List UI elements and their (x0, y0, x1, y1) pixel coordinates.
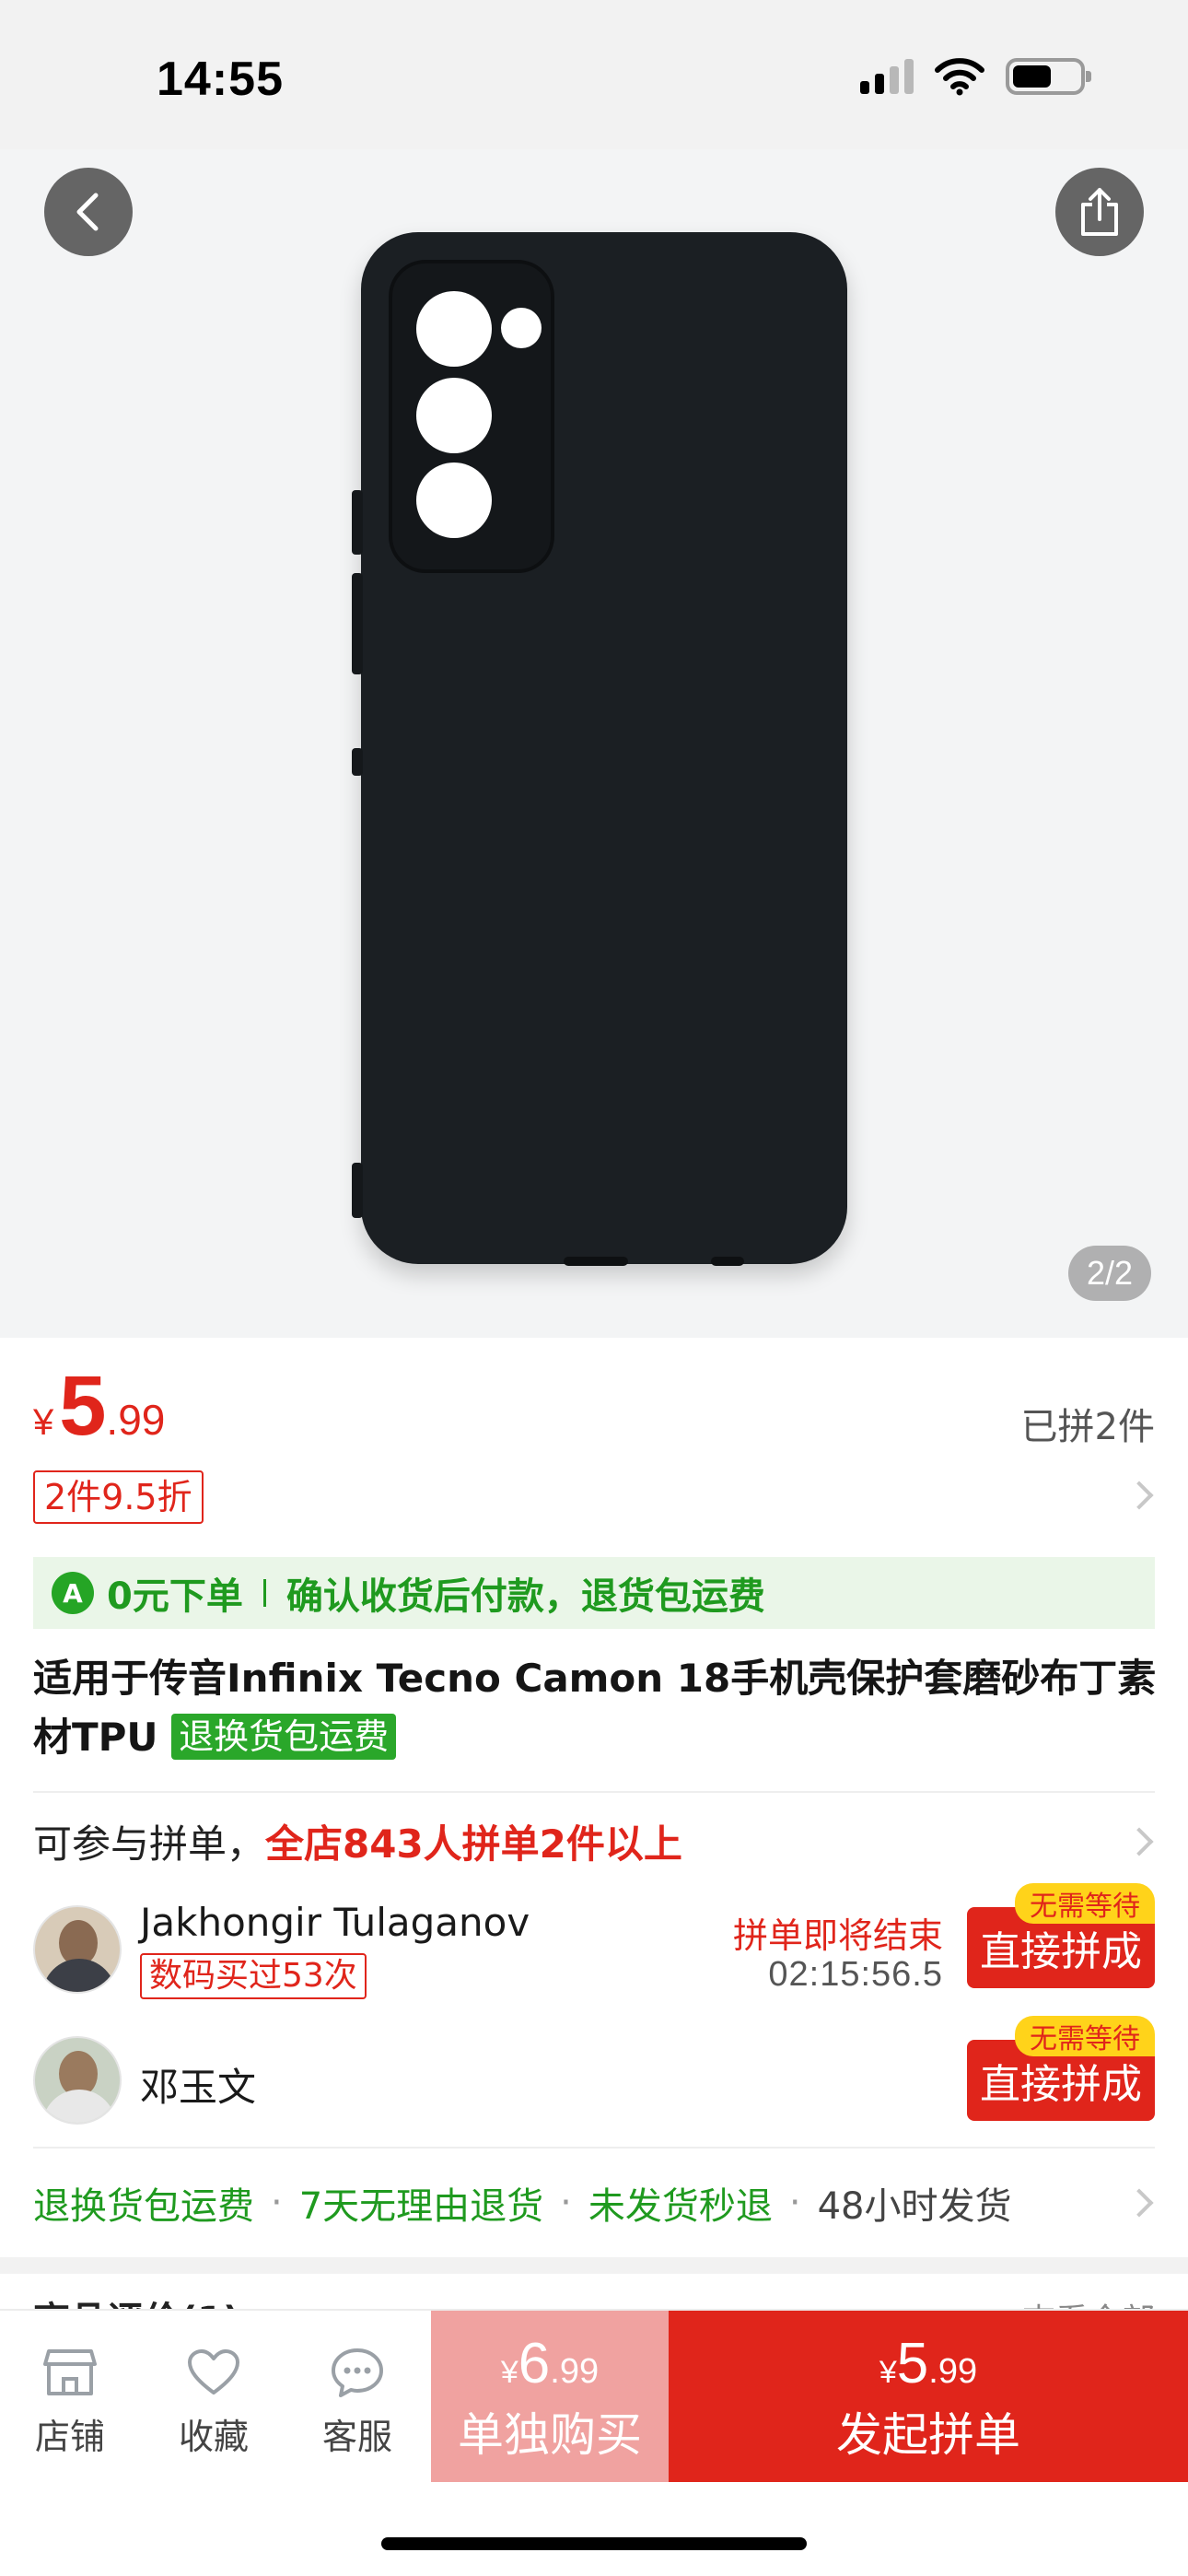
product-image[interactable]: 2/2 (0, 149, 1188, 1338)
buy-single-button[interactable]: ¥6.99 单独购买 (431, 2311, 669, 2482)
favorite-nav-button[interactable]: 收藏 (158, 2344, 269, 2459)
single-price-integer: 6 (518, 2332, 551, 2395)
camera-module (389, 260, 554, 573)
no-wait-badge: 无需等待 (1015, 1883, 1155, 1924)
shield-badge-icon: A (52, 1572, 94, 1614)
chevron-right-icon[interactable] (1124, 1481, 1154, 1510)
home-indicator[interactable] (381, 2537, 807, 2550)
favorite-nav-label: 收藏 (178, 2417, 249, 2457)
guarantee-bar[interactable]: A 0元下单 确认收货后付款，退货包运费 (33, 1557, 1155, 1629)
status-time: 14:55 (157, 53, 284, 106)
group-user-row: Jakhongir Tulaganov 数码买过53次 拼单即将结束 02:15… (33, 1883, 1155, 2001)
back-button[interactable] (44, 168, 133, 256)
status-bar: 14:55 (0, 0, 1188, 149)
store-icon (43, 2349, 97, 2395)
group-price-decimal: .99 (928, 2352, 978, 2391)
price-integer: 5 (59, 1359, 107, 1453)
group-count: 已拼2件 (1020, 1406, 1155, 1448)
buy-single-label: 单独购买 (458, 2408, 642, 2462)
price-decimal: .99 (106, 1396, 166, 1444)
user-name: 邓玉文 (140, 2065, 257, 2110)
return-shipping-tag: 退换货包运费 (171, 1714, 397, 1760)
customer-service-nav-label: 客服 (321, 2417, 392, 2457)
group-countdown: 02:15:56.5 (768, 1955, 943, 1994)
price-symbol: ¥ (33, 1402, 54, 1443)
group-price: ¥5.99 (669, 2331, 1188, 2396)
phone-case-image (352, 232, 847, 1266)
chevron-left-icon (76, 193, 99, 231)
bottom-action-bar: 店铺 收藏 客服 ¥6.99 单独购买 ¥5.99 发起拼单 (0, 2309, 1188, 2576)
chat-bubble-icon (332, 2348, 383, 2397)
group-price-symbol: ¥ (879, 2355, 897, 2390)
heart-icon (188, 2349, 239, 2395)
group-ending-label: 拼单即将结束 (732, 1915, 943, 1956)
store-nav-label: 店铺 (34, 2417, 105, 2457)
single-price-symbol: ¥ (500, 2355, 518, 2390)
guarantee-separator (262, 1579, 266, 1607)
user-name: Jakhongir Tulaganov (140, 1900, 530, 1945)
start-group-button[interactable]: ¥5.99 发起拼单 (669, 2311, 1188, 2482)
start-group-label: 发起拼单 (836, 2408, 1020, 2462)
share-button[interactable] (1055, 168, 1144, 256)
user-purchase-tag: 数码买过53次 (140, 1953, 367, 1999)
guarantee-text: 确认收货后付款，退货包运费 (285, 1575, 765, 1618)
customer-service-nav-button[interactable]: 客服 (302, 2344, 413, 2459)
service-item: 48小时发货 (817, 2185, 1012, 2228)
price: ¥ 5 .99 (33, 1364, 165, 1448)
cellular-signal-icon (860, 59, 914, 94)
share-icon (1081, 188, 1118, 236)
service-guarantees[interactable]: 退换货包运费 · 7天无理由退货 · 未发货秒退 · 48小时发货 (33, 2176, 1012, 2230)
store-nav-button[interactable]: 店铺 (15, 2344, 125, 2459)
chevron-right-icon[interactable] (1124, 2188, 1154, 2218)
service-item: 未发货秒退 (588, 2185, 773, 2228)
avatar (33, 2036, 122, 2125)
single-price: ¥6.99 (431, 2331, 669, 2396)
no-wait-badge: 无需等待 (1015, 2016, 1155, 2056)
service-item: 退换货包运费 (33, 2185, 254, 2228)
guarantee-zero-order: 0元下单 (107, 1575, 243, 1618)
section-divider (0, 2257, 1188, 2274)
battery-icon (1006, 58, 1091, 95)
group-join-row[interactable]: 可参与拼单，全店843人拼单2件以上 (33, 1813, 682, 1869)
status-icons (860, 57, 1091, 96)
divider (33, 2147, 1155, 2149)
group-price-integer: 5 (896, 2332, 929, 2395)
divider (33, 1791, 1155, 1793)
service-item: 7天无理由退货 (298, 2185, 544, 2228)
service-separator: · (560, 2182, 572, 2224)
group-user-row: 邓玉文 直接拼成 无需等待 (33, 2016, 1155, 2134)
product-title: 适用于传音Infinix Tecno Camon 18手机壳保护套磨砂布丁素材T… (33, 1649, 1166, 1767)
avatar (33, 1905, 122, 1994)
service-separator: · (271, 2182, 283, 2224)
wifi-icon (935, 58, 984, 96)
chevron-right-icon[interactable] (1124, 1827, 1154, 1856)
service-separator: · (788, 2182, 801, 2224)
discount-tag[interactable]: 2件9.5折 (33, 1470, 204, 1524)
group-intro: 可参与拼单， (33, 1821, 266, 1867)
group-highlight: 全店843人拼单2件以上 (265, 1821, 682, 1867)
page-indicator: 2/2 (1068, 1246, 1151, 1301)
single-price-decimal: .99 (550, 2352, 600, 2391)
